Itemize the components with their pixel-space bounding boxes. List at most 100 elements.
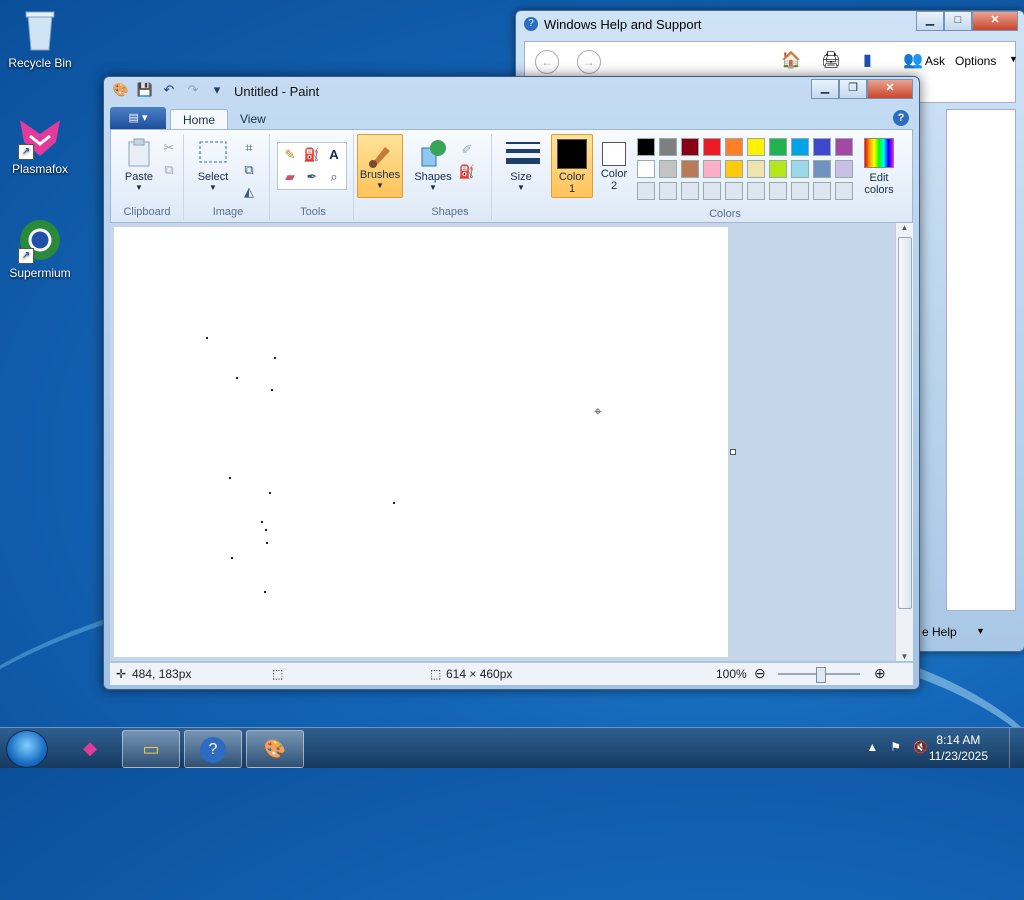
magnifier-icon[interactable]: ⌕ [324, 167, 344, 187]
edit-colors-button[interactable]: Edit colors [859, 138, 899, 196]
taskbar-plasmafox[interactable]: ◆ [62, 730, 118, 766]
palette-swatch[interactable] [659, 138, 677, 156]
paint-menu-button[interactable]: ▤ ▾ [110, 107, 166, 129]
restore-button[interactable]: ❐ [839, 79, 867, 99]
resize-icon[interactable]: ⧉ [239, 160, 259, 180]
drawing-canvas[interactable]: ⌖ [114, 227, 728, 657]
crop-icon[interactable]: ⌗ [239, 138, 259, 158]
palette-swatch[interactable] [637, 138, 655, 156]
size-button[interactable]: Size ▼ [501, 138, 541, 192]
clock[interactable]: 8:14 AM 11/23/2025 [929, 732, 988, 764]
volume-muted-icon[interactable]: 🔇 [913, 740, 928, 754]
tab-home[interactable]: Home [170, 109, 229, 130]
canvas-resize-handle[interactable] [730, 449, 736, 455]
palette-swatch[interactable] [813, 138, 831, 156]
show-hidden-icons-icon[interactable]: ▲ [866, 740, 878, 754]
outline-icon[interactable]: ✐ [457, 140, 477, 160]
taskbar-explorer[interactable]: ▭ [122, 730, 180, 768]
network-icon[interactable]: ⚑ [890, 740, 901, 754]
palette-swatch[interactable] [747, 138, 765, 156]
palette-swatch[interactable] [769, 138, 787, 156]
palette-swatch-empty[interactable] [835, 182, 853, 200]
back-button[interactable]: ← [535, 50, 559, 74]
save-icon[interactable]: 💾 [136, 81, 154, 99]
palette-swatch-empty[interactable] [659, 182, 677, 200]
vertical-scrollbar[interactable]: ▲ ▼ [895, 223, 913, 661]
paint-window[interactable]: 🎨 💾 ↶ ↷ ▾ Untitled - Paint ▁ ❐ ✕ ▤ ▾ Hom… [103, 76, 920, 690]
scroll-up-icon[interactable]: ▲ [896, 223, 913, 232]
forward-button[interactable]: → [577, 50, 601, 74]
print-icon[interactable]: 🖨 [821, 50, 841, 70]
select-button[interactable]: Select ▼ [193, 138, 233, 192]
palette-swatch[interactable] [791, 160, 809, 178]
color-picker-icon[interactable]: ✒ [302, 167, 322, 187]
palette-swatch[interactable] [659, 160, 677, 178]
fill-icon[interactable]: ⛽ [302, 145, 322, 165]
color2-button[interactable]: Color 2 [595, 134, 633, 196]
taskbar-paint[interactable]: 🎨 [246, 730, 304, 768]
undo-icon[interactable]: ↶ [160, 81, 178, 99]
paint-titlebar[interactable]: 🎨 💾 ↶ ↷ ▾ Untitled - Paint ▁ ❐ ✕ [104, 77, 919, 103]
minimize-button[interactable]: ▁ [916, 11, 944, 31]
chevron-down-icon: ▼ [1009, 54, 1018, 64]
browse-help-icon[interactable]: ▮ [863, 50, 872, 70]
brushes-label: Brushes [359, 169, 401, 181]
close-button[interactable]: ✕ [972, 11, 1018, 31]
shapes-button[interactable]: Shapes ▼ [413, 138, 453, 192]
palette-swatch[interactable] [835, 138, 853, 156]
desktop-icon-recycle-bin[interactable]: Recycle Bin [0, 6, 80, 70]
desktop-icon-supermium[interactable]: ↗ Supermium [0, 216, 80, 280]
ask-button[interactable]: Ask [925, 54, 945, 68]
palette-swatch[interactable] [703, 160, 721, 178]
palette-swatch[interactable] [791, 138, 809, 156]
palette-swatch[interactable] [747, 160, 765, 178]
taskbar-help[interactable]: ? [184, 730, 242, 768]
paste-button[interactable]: Paste ▼ [117, 138, 161, 192]
scroll-down-icon[interactable]: ▼ [896, 652, 913, 661]
palette-swatch[interactable] [681, 138, 699, 156]
close-button[interactable]: ✕ [867, 79, 913, 99]
pencil-icon[interactable]: ✎ [280, 145, 300, 165]
palette-swatch[interactable] [637, 160, 655, 178]
maximize-button[interactable]: □ [944, 11, 972, 31]
start-button[interactable] [6, 730, 48, 768]
options-button[interactable]: Options [955, 54, 996, 68]
copy-icon[interactable]: ⧉ [159, 160, 179, 180]
rotate-icon[interactable]: ◭ [239, 182, 259, 202]
ribbon-help-icon[interactable]: ? [893, 110, 909, 126]
palette-swatch-empty[interactable] [681, 182, 699, 200]
palette-swatch-empty[interactable] [791, 182, 809, 200]
palette-swatch-empty[interactable] [769, 182, 787, 200]
zoom-in-icon[interactable]: ⊕ [874, 665, 886, 682]
text-icon[interactable]: A [324, 145, 344, 165]
brushes-button[interactable]: Brushes ▼ [357, 134, 403, 198]
palette-swatch[interactable] [769, 160, 787, 178]
zoom-slider-thumb[interactable] [816, 667, 826, 683]
cut-icon[interactable]: ✂ [159, 138, 179, 158]
palette-swatch-empty[interactable] [725, 182, 743, 200]
palette-swatch[interactable] [681, 160, 699, 178]
help-menu-button[interactable]: e Help [922, 625, 957, 639]
palette-swatch[interactable] [725, 160, 743, 178]
palette-swatch-empty[interactable] [637, 182, 655, 200]
scroll-thumb[interactable] [898, 237, 912, 609]
show-desktop-button[interactable] [1009, 728, 1024, 768]
tab-view[interactable]: View [228, 109, 278, 129]
qat-dropdown-icon[interactable]: ▾ [208, 81, 226, 99]
palette-swatch[interactable] [813, 160, 831, 178]
palette-swatch-empty[interactable] [703, 182, 721, 200]
canvas-dot [271, 389, 273, 391]
home-icon[interactable]: 🏠 [781, 50, 801, 70]
redo-icon[interactable]: ↷ [184, 81, 202, 99]
eraser-icon[interactable]: ▰ [280, 167, 300, 187]
palette-swatch[interactable] [835, 160, 853, 178]
color1-button[interactable]: Color 1 [551, 134, 593, 198]
palette-swatch[interactable] [703, 138, 721, 156]
desktop-icon-plasmafox[interactable]: ↗ Plasmafox [0, 112, 80, 176]
palette-swatch[interactable] [725, 138, 743, 156]
palette-swatch-empty[interactable] [747, 182, 765, 200]
palette-swatch-empty[interactable] [813, 182, 831, 200]
zoom-out-icon[interactable]: ⊖ [754, 665, 766, 682]
minimize-button[interactable]: ▁ [811, 79, 839, 99]
fill-style-icon[interactable]: ⛽ [457, 162, 477, 182]
